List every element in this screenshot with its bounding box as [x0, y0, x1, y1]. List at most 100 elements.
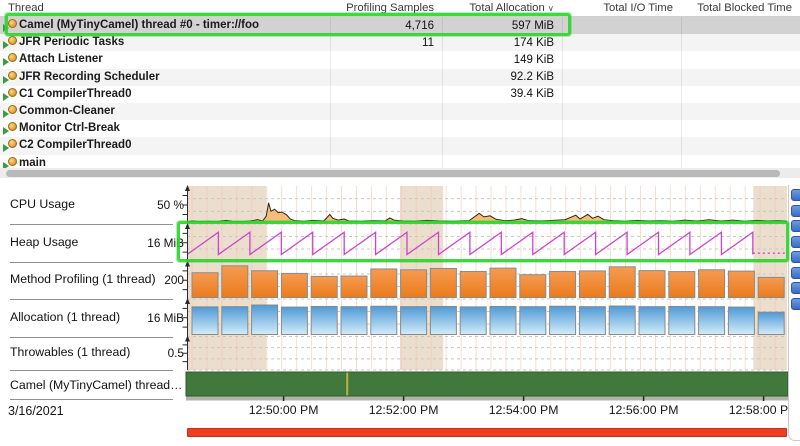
- cell-total-allocation: 149 KiB: [514, 54, 554, 66]
- table-row[interactable]: JFR Periodic Tasks11174 KiB: [0, 34, 800, 51]
- table-row[interactable]: JFR Recording Scheduler92.2 KiB: [0, 69, 800, 86]
- method-profiling-bar: [222, 266, 248, 298]
- thread-name: Monitor Ctrl-Break: [19, 122, 120, 134]
- table-row[interactable]: Monitor Ctrl-Break: [0, 120, 800, 137]
- thread-name: Attach Listener: [19, 53, 103, 65]
- thread-ball-icon: [8, 19, 17, 28]
- time-axis-label: 12:54:00 PM: [474, 403, 574, 417]
- cell-profiling-samples: 4,716: [405, 20, 434, 32]
- allocation-bar: [281, 307, 307, 334]
- timeline-row-scale-value: 0.5: [114, 346, 184, 360]
- timeline-row-scale-value: 16 MiB: [114, 311, 184, 325]
- panel-icon-button[interactable]: [791, 251, 800, 263]
- recording-progress-bar: [187, 428, 787, 437]
- timeline-date-label: 3/16/2021: [8, 404, 64, 418]
- method-profiling-bar: [758, 277, 784, 297]
- col-header-total-allocation[interactable]: Total Allocation∨: [469, 2, 554, 14]
- allocation-bar: [490, 306, 516, 334]
- col-header-total-blocked-time[interactable]: Total Blocked Time: [697, 2, 792, 14]
- column-separator: [562, 0, 563, 168]
- timeline-row-separator: [10, 370, 173, 371]
- col-header-total-io-time[interactable]: Total I/O Time: [603, 2, 673, 14]
- table-header: Thread Profiling Samples Total Allocatio…: [0, 0, 800, 17]
- table-row[interactable]: Common-Cleaner: [0, 103, 800, 120]
- timeline-row-scale-value: 16 MiB: [114, 236, 184, 250]
- timeline-row-label: Allocation (1 thread): [10, 310, 120, 324]
- allocation-bar: [550, 306, 576, 334]
- allocation-bar: [222, 307, 248, 335]
- running-thread-icon: [3, 53, 18, 66]
- table-row[interactable]: main: [0, 155, 800, 169]
- allocation-bar: [669, 306, 695, 334]
- allocation-bar: [341, 307, 367, 335]
- timeline-row-label: Throwables (1 thread): [10, 345, 130, 359]
- running-thread-icon: [3, 88, 18, 101]
- panel-icon-button[interactable]: [791, 267, 800, 279]
- allocation-bar: [371, 306, 397, 334]
- panel-icon-button[interactable]: [791, 205, 800, 217]
- allocation-bar: [311, 306, 337, 334]
- col-header-profiling-samples[interactable]: Profiling Samples: [346, 2, 434, 14]
- method-profiling-bar: [371, 269, 397, 298]
- scrollbar-thumb[interactable]: [6, 170, 780, 177]
- threads-table-body: Camel (MyTinyCamel) thread #0 - timer://…: [0, 17, 800, 168]
- table-row[interactable]: Camel (MyTinyCamel) thread #0 - timer://…: [0, 17, 800, 34]
- side-toolbar-strip: [788, 185, 800, 441]
- method-profiling-bar: [639, 271, 665, 298]
- panel-icon-button[interactable]: [791, 236, 800, 248]
- panel-icon-button[interactable]: [791, 282, 800, 294]
- time-axis-label: 12:56:00 PM: [594, 403, 694, 417]
- method-profiling-bar: [490, 268, 516, 297]
- timeline-row-separator: [10, 262, 173, 263]
- running-thread-icon: [3, 19, 18, 32]
- allocation-bar: [579, 307, 605, 335]
- timeline-row-scale-value: 200: [114, 273, 184, 287]
- table-horizontal-scrollbar[interactable]: [0, 168, 800, 178]
- allocation-bar: [252, 305, 278, 334]
- cell-total-allocation: 92.2 KiB: [511, 71, 554, 83]
- thread-ball-icon: [8, 53, 17, 62]
- sort-descending-icon: ∨: [548, 3, 554, 13]
- allocation-bar: [639, 307, 665, 335]
- panel-icon-button[interactable]: [791, 220, 800, 232]
- method-profiling-bar: [550, 271, 576, 297]
- time-axis-strip: [186, 397, 788, 401]
- thread-ball-icon: [8, 88, 17, 97]
- allocation-bar: [520, 307, 546, 335]
- running-thread-icon: [3, 139, 18, 152]
- thread-ball-icon: [8, 157, 17, 166]
- thread-name: Common-Cleaner: [19, 105, 115, 117]
- thread-ball-icon: [8, 71, 17, 80]
- allocation-bar: [758, 312, 784, 334]
- allocation-bar: [460, 307, 486, 335]
- table-row[interactable]: C2 CompilerThread0: [0, 137, 800, 154]
- table-row[interactable]: C1 CompilerThread039.4 KiB: [0, 86, 800, 103]
- method-profiling-bar: [669, 272, 695, 298]
- method-profiling-bar: [192, 273, 218, 298]
- timeline-row-scale-value: 50 %: [114, 198, 184, 212]
- timeline-row-separator: [10, 299, 173, 300]
- cell-total-allocation: 597 MiB: [512, 20, 554, 32]
- timeline-charts[interactable]: [176, 185, 790, 401]
- method-profiling-bar: [460, 271, 486, 297]
- running-thread-icon: [3, 105, 18, 118]
- thread-ball-icon: [8, 105, 17, 114]
- cpu-usage-area: [187, 203, 787, 223]
- col-header-thread[interactable]: Thread: [8, 2, 44, 14]
- timeline-row-label: Camel (MyTinyCamel) thread…: [10, 378, 182, 392]
- column-separator: [330, 0, 331, 168]
- panel-icon-button[interactable]: [791, 189, 800, 201]
- timeline-row-separator: [10, 399, 173, 400]
- method-profiling-bar: [281, 273, 307, 297]
- cell-total-allocation: 39.4 KiB: [511, 88, 554, 100]
- method-profiling-bar: [430, 268, 456, 297]
- table-row[interactable]: Attach Listener 149 KiB: [0, 51, 800, 68]
- thread-name: JFR Periodic Tasks: [19, 36, 124, 48]
- allocation-bar: [728, 307, 754, 334]
- allocation-bar: [401, 307, 427, 335]
- running-thread-icon: [3, 157, 18, 169]
- running-thread-icon: [3, 36, 18, 49]
- panel-icon-button[interactable]: [791, 298, 800, 310]
- method-profiling-bar: [311, 276, 337, 297]
- allocation-bar: [192, 307, 218, 335]
